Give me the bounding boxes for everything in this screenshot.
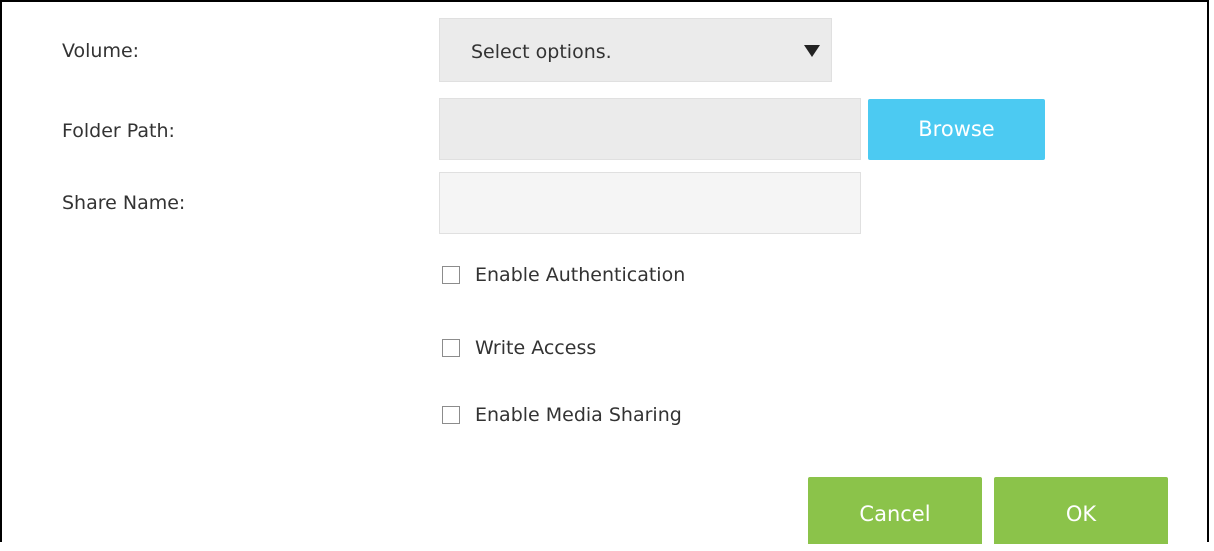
share-name-input[interactable]	[439, 172, 861, 234]
cancel-button[interactable]: Cancel	[808, 477, 982, 544]
folder-path-input[interactable]	[439, 98, 861, 160]
write-access-checkbox[interactable]	[442, 339, 460, 357]
enable-authentication-checkbox[interactable]	[442, 266, 460, 284]
dialog-frame: Volume: Select options. Folder Path: Bro…	[0, 0, 1209, 544]
write-access-label: Write Access	[475, 337, 597, 359]
folder-path-label: Folder Path:	[62, 120, 175, 142]
enable-media-sharing-checkbox[interactable]	[442, 406, 460, 424]
enable-media-sharing-label: Enable Media Sharing	[475, 404, 682, 426]
volume-select-value: Select options.	[471, 41, 612, 63]
ok-button[interactable]: OK	[994, 477, 1168, 544]
volume-label: Volume:	[62, 40, 140, 62]
volume-select[interactable]: Select options.	[439, 18, 832, 82]
enable-authentication-label: Enable Authentication	[475, 264, 686, 286]
browse-button[interactable]: Browse	[868, 99, 1045, 160]
share-name-label: Share Name:	[62, 192, 186, 214]
chevron-down-icon	[804, 45, 820, 57]
